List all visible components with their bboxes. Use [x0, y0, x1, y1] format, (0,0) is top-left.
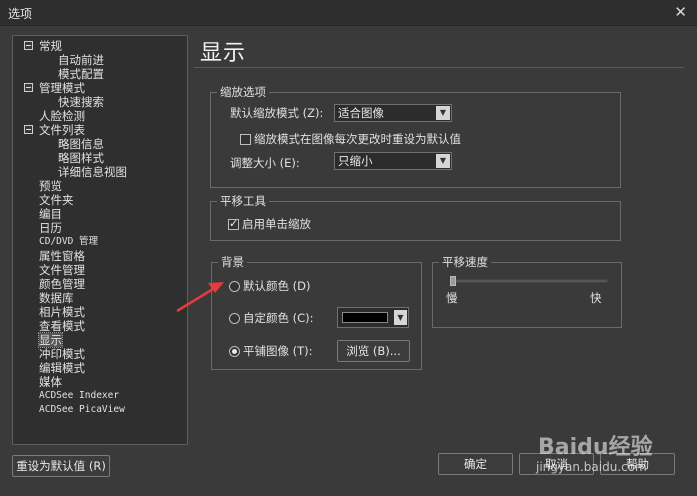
tree-item[interactable]: 数据库	[39, 291, 74, 305]
pan-tool-legend: 平移工具	[217, 194, 269, 208]
tile-image-radio[interactable]	[229, 346, 240, 357]
tree-item[interactable]: 颜色管理	[39, 277, 85, 291]
window-title: 选项	[8, 7, 33, 21]
tree-item[interactable]: 模式配置	[58, 67, 104, 81]
tree-item-label: 查看模式	[39, 319, 85, 333]
tree-item[interactable]: 文件夹	[39, 193, 74, 207]
tree-item[interactable]: 文件管理	[39, 263, 85, 277]
tree-item[interactable]: 相片模式	[39, 305, 85, 319]
tree-item[interactable]: 日历	[39, 221, 62, 235]
resize-value: 只缩小	[338, 154, 373, 168]
tree-item-label: 编目	[39, 207, 62, 221]
tree-item-label: 管理模式	[39, 81, 85, 95]
tree-item[interactable]: 自动前进	[58, 53, 104, 67]
tree-item-label: 相片模式	[39, 305, 85, 319]
watermark: Baidu经验 jingyan.baidu.com	[520, 415, 695, 495]
pan-speed-slider-thumb[interactable]	[450, 276, 456, 286]
tree-item-label: 人脸检测	[39, 109, 85, 123]
page-title: 显示	[200, 41, 247, 66]
resize-label: 调整大小 (E):	[230, 156, 300, 170]
zoom-options-legend: 缩放选项	[217, 85, 269, 99]
tree-item[interactable]: ACDSee Indexer	[39, 389, 119, 403]
tree-item-label: ACDSee PicaView	[39, 404, 125, 415]
title-bar: 选项 ✕	[0, 0, 697, 26]
custom-color-label: 自定颜色 (C):	[243, 311, 314, 325]
tree-item-label: 常规	[39, 39, 62, 53]
custom-color-picker[interactable]: ▼	[337, 307, 409, 328]
tree-item-label: 详细信息视图	[58, 165, 127, 179]
tree-item-label: 媒体	[39, 375, 62, 389]
collapse-icon[interactable]	[24, 125, 33, 134]
tree-item-label: 略图样式	[58, 151, 104, 165]
tree-item[interactable]: 详细信息视图	[58, 165, 127, 179]
tree-item-label: 略图信息	[58, 137, 104, 151]
chevron-down-icon: ▼	[436, 106, 450, 120]
tree-item[interactable]: 属性窗格	[39, 249, 85, 263]
tree-item[interactable]: ACDSee PicaView	[39, 403, 125, 417]
tree-item[interactable]: 显示	[38, 332, 63, 348]
single-click-zoom-checkbox[interactable]	[228, 217, 239, 230]
tree-item[interactable]: 略图信息	[58, 137, 104, 151]
pan-speed-legend: 平移速度	[439, 255, 491, 269]
tree-item-label: 模式配置	[58, 67, 104, 81]
browse-button[interactable]: 浏览 (B)...	[337, 340, 410, 362]
background-legend: 背景	[218, 255, 247, 269]
tree-item[interactable]: 常规	[24, 39, 62, 53]
reset-zoom-label: 缩放模式在图像每次更改时重设为默认值	[254, 132, 461, 146]
tree-item-label: 文件管理	[39, 263, 85, 277]
watermark-logo: Baidu经验	[538, 435, 653, 460]
tree-item[interactable]: 编辑模式	[39, 361, 85, 375]
collapse-icon[interactable]	[24, 83, 33, 92]
tree-item[interactable]: 预览	[39, 179, 62, 193]
tree-item[interactable]: 人脸检测	[39, 109, 85, 123]
tree-item-label: 属性窗格	[39, 249, 85, 263]
default-color-radio[interactable]	[229, 281, 240, 292]
tree-item-label: 自动前进	[58, 53, 104, 67]
color-swatch	[342, 312, 388, 323]
default-color-label: 默认颜色 (D)	[243, 279, 311, 293]
reset-zoom-checkbox[interactable]	[240, 134, 251, 145]
default-zoom-mode-value: 适合图像	[338, 106, 384, 120]
pan-speed-slider-track[interactable]	[450, 279, 608, 283]
tree-item-label: 冲印模式	[39, 347, 85, 361]
tree-item-label: 快速搜索	[58, 95, 104, 109]
category-tree[interactable]: 常规 自动前进 模式配置 管理模式 快速搜索 人脸检测 文件列表 略图信息 略图样式 详细信息视图…	[12, 35, 188, 445]
tree-item[interactable]: 略图样式	[58, 151, 104, 165]
reset-defaults-button[interactable]: 重设为默认值 (R)	[12, 455, 110, 477]
tree-item-label: 编辑模式	[39, 361, 85, 375]
tree-item[interactable]: 冲印模式	[39, 347, 85, 361]
tree-item[interactable]: 媒体	[39, 375, 62, 389]
tree-item[interactable]: 编目	[39, 207, 62, 221]
tree-item-label: 文件夹	[39, 193, 74, 207]
tree-item[interactable]: 快速搜索	[58, 95, 104, 109]
tree-item[interactable]: 查看模式	[39, 319, 85, 333]
tile-image-label: 平铺图像 (T):	[243, 344, 313, 358]
tree-item-label: 颜色管理	[39, 277, 85, 291]
tree-item-label: ACDSee Indexer	[39, 390, 120, 401]
tree-item-label: 日历	[39, 221, 62, 235]
custom-color-radio[interactable]	[229, 313, 240, 324]
chevron-down-icon: ▼	[394, 310, 407, 325]
tree-item[interactable]: CD/DVD 管理	[39, 235, 98, 249]
watermark-url: jingyan.baidu.com	[536, 460, 647, 474]
pan-speed-fast-label: 快	[590, 291, 602, 305]
tree-item-label: 数据库	[39, 291, 74, 305]
tree-item-label: 预览	[39, 179, 62, 193]
default-zoom-mode-label: 默认缩放模式 (Z):	[230, 106, 324, 120]
tree-item-label: 显示	[38, 332, 63, 348]
single-click-zoom-label: 启用单击缩放	[242, 217, 311, 231]
default-zoom-mode-select[interactable]: 适合图像 ▼	[334, 104, 452, 122]
tree-item-label: CD/DVD 管理	[39, 236, 99, 247]
close-icon[interactable]: ✕	[674, 3, 687, 21]
tree-item-label: 文件列表	[39, 123, 85, 137]
tree-item[interactable]: 文件列表	[24, 123, 85, 137]
title-divider	[194, 67, 684, 68]
pan-speed-slow-label: 慢	[446, 291, 458, 305]
chevron-down-icon: ▼	[436, 154, 450, 168]
collapse-icon[interactable]	[24, 41, 33, 50]
ok-button[interactable]: 确定	[438, 453, 513, 475]
tree-item[interactable]: 管理模式	[24, 81, 85, 95]
resize-select[interactable]: 只缩小 ▼	[334, 152, 452, 170]
